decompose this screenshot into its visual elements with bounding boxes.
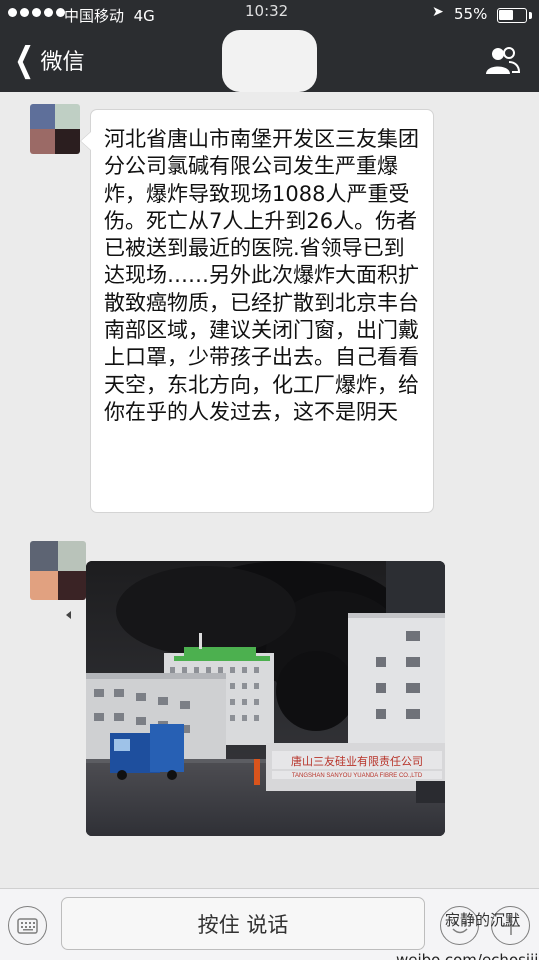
carrier-label: 中国移动 4G — [64, 7, 155, 25]
hold-to-talk-button[interactable]: 按住 说话 — [61, 897, 425, 950]
title-redaction — [222, 30, 317, 92]
avatar-tile — [30, 104, 55, 129]
avatar[interactable] — [30, 104, 80, 154]
battery-nub — [529, 12, 532, 19]
weibo-watermark-logo: 寂静的沉默 — [445, 911, 521, 929]
battery-icon — [497, 8, 527, 23]
company-sign-subtext: TANGSHAN SANYOU YUANDA FIBRE CO.,LTD — [292, 773, 423, 779]
back-button[interactable]: ❮ 微信 — [10, 40, 85, 80]
signal-strength-icon — [8, 8, 65, 17]
bubble-tail — [81, 132, 91, 150]
nav-header: 中国移动 4G 10:32 ➤ 55% ❮ 微信 — [0, 0, 539, 92]
message-image[interactable]: 唐山三友硅业有限责任公司 TANGSHAN SANYOU YUANDA FIBR… — [86, 561, 445, 836]
message-text-bubble[interactable]: 河北省唐山市南堡开发区三友集团分公司氯碱有限公司发生严重爆炸，爆炸导致现场108… — [90, 109, 434, 513]
keyboard-icon — [17, 918, 38, 934]
hold-to-talk-label: 按住 说话 — [197, 912, 289, 937]
back-label: 微信 — [40, 50, 85, 75]
bubble-tail — [66, 611, 71, 619]
avatar-tile — [30, 129, 55, 154]
message-text: 河北省唐山市南堡开发区三友集团分公司氯碱有限公司发生严重爆炸，爆炸导致现场108… — [104, 127, 419, 424]
avatar-tile — [58, 541, 86, 571]
avatar[interactable] — [30, 541, 86, 600]
keyboard-toggle-button[interactable] — [8, 906, 47, 945]
battery-percent: 55% — [454, 5, 488, 23]
status-bar: 中国移动 4G 10:32 ➤ 55% — [0, 0, 539, 32]
avatar-tile — [30, 570, 58, 600]
contacts-icon — [486, 47, 521, 74]
avatar-tile — [58, 570, 86, 600]
contacts-button[interactable] — [483, 44, 523, 80]
weibo-watermark: weibo.com/echosijie — [396, 951, 539, 960]
company-sign-text: 唐山三友硅业有限责任公司 — [291, 754, 423, 768]
chevron-left-icon: ❮ — [14, 40, 35, 80]
avatar-tile — [55, 104, 80, 129]
avatar-tile — [30, 541, 58, 571]
explosion-photo: 唐山三友硅业有限责任公司 TANGSHAN SANYOU YUANDA FIBR… — [86, 561, 445, 836]
location-arrow-icon: ➤ — [432, 4, 444, 20]
avatar-tile — [55, 129, 80, 154]
clock: 10:32 — [245, 2, 289, 20]
chat-area[interactable]: 河北省唐山市南堡开发区三友集团分公司氯碱有限公司发生严重爆炸，爆炸导致现场108… — [0, 92, 539, 888]
input-bar: 按住 说话 寂静的沉默 weibo.com/echosijie — [0, 888, 539, 960]
